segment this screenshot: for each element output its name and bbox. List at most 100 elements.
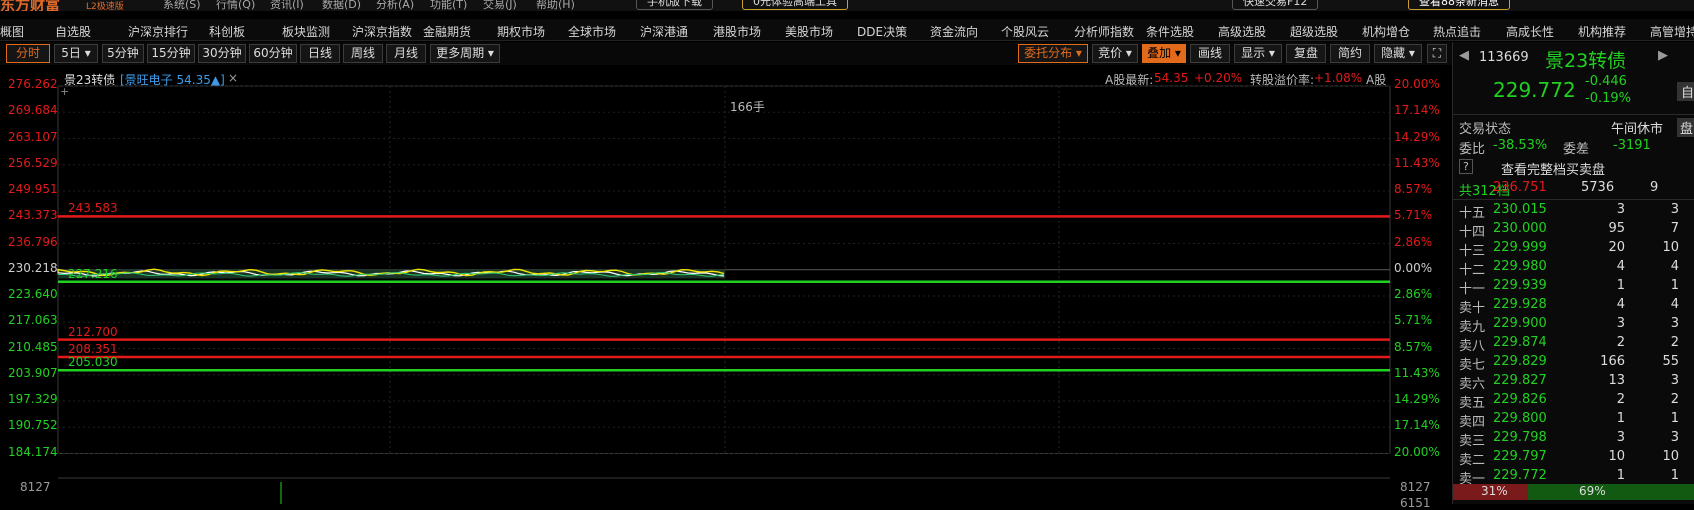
nav-item[interactable]: 沪深京指数 xyxy=(352,23,412,40)
self-select-button[interactable]: 自 xyxy=(1677,82,1694,101)
ask-price: 229.980 xyxy=(1493,259,1547,274)
ask-row[interactable]: 卖六 229.827 13 3 xyxy=(1453,372,1694,392)
nav-item[interactable]: 超级选股 xyxy=(1290,23,1338,40)
nav-item[interactable]: 沪深京排行 xyxy=(128,23,188,40)
ask-row[interactable]: 卖七 229.829 166 55 xyxy=(1453,353,1694,373)
ask-row[interactable]: 卖二 229.797 10 10 xyxy=(1453,448,1694,468)
right-tick-label: 20.00% xyxy=(1394,77,1440,91)
period-5min-button[interactable]: 5分钟 xyxy=(102,44,144,63)
ask-volume: 2 xyxy=(1616,392,1625,407)
period-5day-button[interactable]: 5日 ▾ xyxy=(54,44,98,63)
intraday-chart[interactable]: 景23转债 [景旺电子 54.35▲] × A股最新: 54.35 +0.20%… xyxy=(0,66,1452,510)
level-label: 227.216 xyxy=(68,266,118,281)
nav-item[interactable]: 板块监测 xyxy=(282,23,330,40)
period-30min-button[interactable]: 30分钟 xyxy=(198,44,246,63)
menu-function[interactable]: 功能(T) xyxy=(430,0,467,11)
ashare-price: 54.35 xyxy=(1154,71,1189,85)
overlay-stock-label[interactable]: [景旺电子 54.35▲] xyxy=(120,71,225,88)
simple-button[interactable]: 简约 xyxy=(1330,44,1370,63)
nav-item[interactable]: 自选股 xyxy=(55,23,91,40)
close-overlay-icon[interactable]: × xyxy=(228,71,238,85)
ask-row[interactable]: 卖三 229.798 3 3 xyxy=(1453,429,1694,449)
nav-item[interactable]: 条件选股 xyxy=(1146,23,1194,40)
nav-item[interactable]: 沪深港通 xyxy=(640,23,688,40)
nav-item[interactable]: 资金流向 xyxy=(930,23,978,40)
ask-row[interactable]: 卖十 229.928 4 4 xyxy=(1453,296,1694,316)
auction-button[interactable]: 竞价 ▾ xyxy=(1092,44,1138,63)
nav-item[interactable]: 分析师指数 xyxy=(1074,23,1134,40)
bid-ratio-label: 31% xyxy=(1481,484,1508,498)
menu-system[interactable]: 系统(S) xyxy=(163,0,201,11)
period-daily-button[interactable]: 日线 xyxy=(300,44,340,63)
menu-data[interactable]: 数据(D) xyxy=(322,0,361,11)
nav-item[interactable]: 机构推荐 xyxy=(1578,23,1626,40)
menu-quote[interactable]: 行情(Q) xyxy=(216,0,255,11)
nav-item[interactable]: 高级选股 xyxy=(1218,23,1266,40)
overlay-button[interactable]: 叠加 ▾ xyxy=(1142,44,1186,63)
mobile-download-button[interactable]: 手机版下载 xyxy=(636,0,713,10)
news-button[interactable]: 查看88条新消息 xyxy=(1408,0,1510,10)
nav-item[interactable]: DDE决策 xyxy=(857,23,907,40)
fast-trade-button[interactable]: 快速交易F12 xyxy=(1232,0,1319,10)
ask-count: 3 xyxy=(1670,373,1679,388)
prev-stock-icon[interactable]: ◀ xyxy=(1459,48,1469,63)
ask-row[interactable]: 卖九 229.900 3 3 xyxy=(1453,315,1694,335)
nav-item[interactable]: 期权市场 xyxy=(497,23,545,40)
menu-trade[interactable]: 交易(J) xyxy=(483,0,517,11)
menu-help[interactable]: 帮助(H) xyxy=(536,0,575,11)
commission-ratio: -38.53% xyxy=(1493,138,1548,153)
fullscreen-icon[interactable]: ⛶ xyxy=(1427,44,1447,63)
nav-item[interactable]: 高管增持 xyxy=(1650,23,1694,40)
trade-status-label: 交易状态 xyxy=(1459,122,1512,137)
nav-item[interactable]: 个股风云 xyxy=(1001,23,1049,40)
ask-level: 十一 xyxy=(1459,282,1486,297)
menu-info[interactable]: 资讯(I) xyxy=(270,0,304,11)
draw-line-button[interactable]: 画线 xyxy=(1190,44,1230,63)
chart-canvas xyxy=(57,85,1391,504)
period-monthly-button[interactable]: 月线 xyxy=(386,44,426,63)
nav-item[interactable]: 科创板 xyxy=(209,23,245,40)
nav-item[interactable]: 机构增仓 xyxy=(1362,23,1410,40)
market-nav: 概图 自选股 沪深京排行 科创板 板块监测 沪深京指数 金融期货 期权市场 全球… xyxy=(0,19,1694,41)
ask-level: 十二 xyxy=(1459,263,1486,278)
app-version: L2极速版 xyxy=(86,2,124,11)
help-icon[interactable]: ? xyxy=(1459,159,1473,174)
period-intraday-button[interactable]: 分时 xyxy=(6,44,50,63)
ask-row[interactable]: 卖五 229.826 2 2 xyxy=(1453,391,1694,411)
more-periods-button[interactable]: 更多周期 ▾ xyxy=(430,44,500,63)
nav-item[interactable]: 港股市场 xyxy=(713,23,761,40)
ask-row[interactable]: 十二 229.980 4 4 xyxy=(1453,258,1694,278)
total-depth-price: 236.751 xyxy=(1493,180,1547,195)
period-60min-button[interactable]: 60分钟 xyxy=(249,44,297,63)
next-stock-icon[interactable]: ▶ xyxy=(1658,48,1668,63)
menu-analysis[interactable]: 分析(A) xyxy=(376,0,414,11)
left-tick-label: 203.907 xyxy=(8,365,58,380)
ask-row[interactable]: 卖八 229.874 2 2 xyxy=(1453,334,1694,354)
left-tick-label: 269.684 xyxy=(8,103,58,118)
nav-item[interactable]: 高成长性 xyxy=(1506,23,1554,40)
side-tab-pan[interactable]: 盘 xyxy=(1677,118,1694,137)
order-distribution-button[interactable]: 委托分布 ▾ xyxy=(1018,44,1088,63)
ask-price: 229.797 xyxy=(1493,449,1547,464)
full-depth-row[interactable]: ? 查看完整档买卖盘 xyxy=(1453,158,1694,178)
replay-button[interactable]: 复盘 xyxy=(1286,44,1326,63)
total-depth-row: 共312档 236.751 5736 9 xyxy=(1453,179,1694,199)
nav-item[interactable]: 金融期货 xyxy=(423,23,471,40)
ask-count: 2 xyxy=(1670,392,1679,407)
ask-row[interactable]: 十五 230.015 3 3 xyxy=(1453,201,1694,221)
nav-item[interactable]: 热点追击 xyxy=(1433,23,1481,40)
hide-button[interactable]: 隐藏 ▾ xyxy=(1374,44,1422,63)
ask-row[interactable]: 十三 229.999 20 10 xyxy=(1453,239,1694,259)
full-depth-link[interactable]: 查看完整档买卖盘 xyxy=(1501,159,1605,178)
ask-row[interactable]: 卖四 229.800 1 1 xyxy=(1453,410,1694,430)
nav-item[interactable]: 全球市场 xyxy=(568,23,616,40)
ask-row[interactable]: 十四 230.000 95 7 xyxy=(1453,220,1694,240)
nav-item[interactable]: 概图 xyxy=(0,23,24,40)
promo-button[interactable]: 0元体验高端工具 xyxy=(742,0,848,10)
period-15min-button[interactable]: 15分钟 xyxy=(147,44,195,63)
display-button[interactable]: 显示 ▾ xyxy=(1234,44,1282,63)
period-weekly-button[interactable]: 周线 xyxy=(343,44,383,63)
nav-item[interactable]: 美股市场 xyxy=(785,23,833,40)
ask-volume: 13 xyxy=(1608,373,1625,388)
ask-row[interactable]: 十一 229.939 1 1 xyxy=(1453,277,1694,297)
